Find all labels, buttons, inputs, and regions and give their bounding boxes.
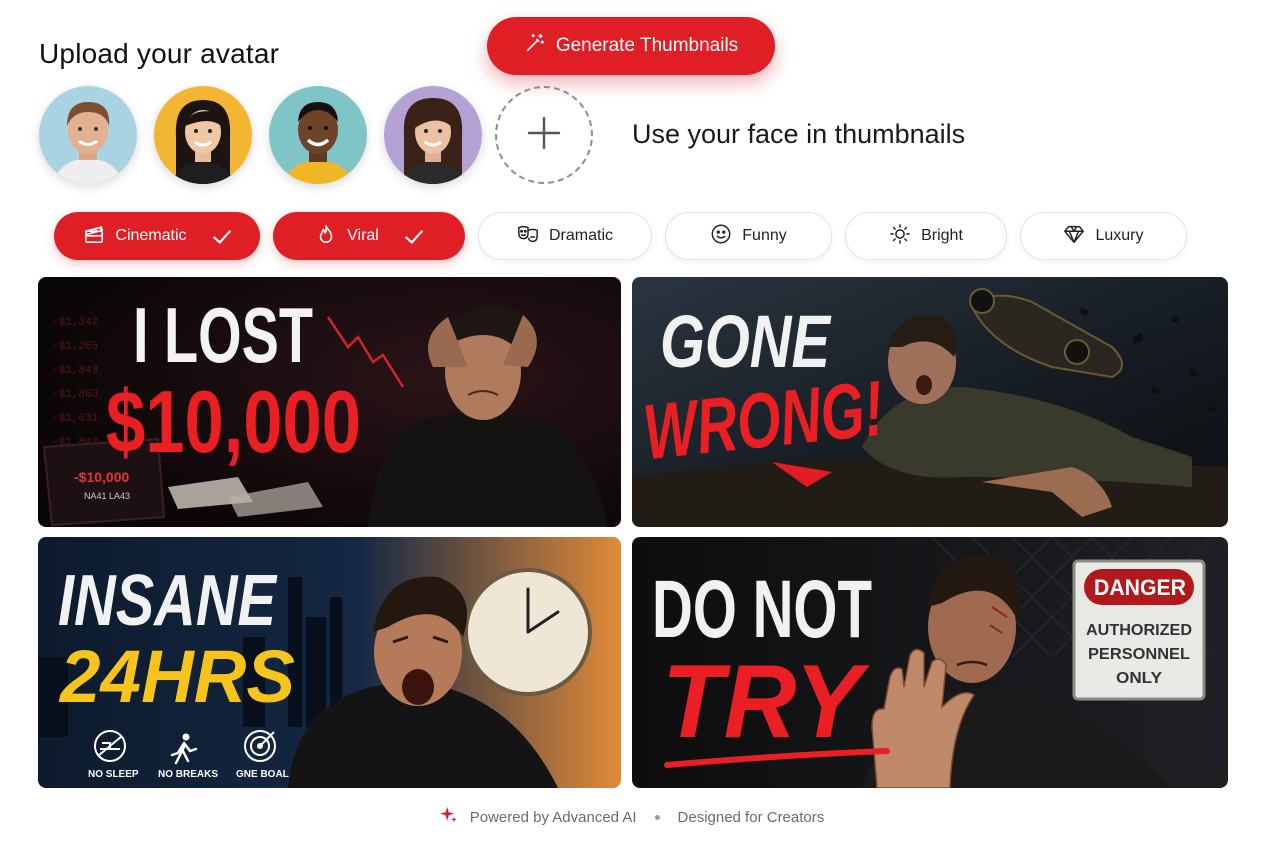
avatar-tagline: Use your face in thumbnails	[632, 119, 966, 149]
thumbnail-do-not-try[interactable]: DANGER AUTHORIZED PERSONNEL ONLY DO NOT …	[632, 537, 1228, 788]
style-chip-label: Luxury	[1095, 227, 1144, 244]
ticker-text: -$1,342	[52, 317, 98, 329]
sun-icon	[889, 223, 911, 250]
thumbnail-grid: -$1,342 -$1,265 -$1,843 -$1,863 -$1,631 …	[38, 277, 1228, 789]
sparkle-icon	[439, 806, 458, 828]
style-chip-label: Funny	[742, 227, 787, 244]
style-chip-cinematic[interactable]: Cinematic	[54, 212, 260, 260]
style-chip-label: Dramatic	[548, 227, 613, 244]
avatar-3[interactable]	[269, 86, 367, 184]
badge-label: NO BREAKS	[158, 769, 218, 780]
style-selector: Cinematic Viral Dramatic Funny Bright Lu…	[0, 212, 1264, 262]
style-chip-label: Cinematic	[115, 227, 187, 244]
style-chip-funny[interactable]: Funny	[665, 212, 832, 260]
theater-masks-icon	[517, 223, 539, 250]
badge-label: GNE BOAL	[236, 769, 289, 780]
badge-label: NO SLEEP	[88, 769, 139, 780]
style-chip-luxury[interactable]: Luxury	[1020, 212, 1187, 260]
headline-line1: DO NOT	[652, 564, 872, 655]
footer-powered-text: Powered by Advanced AI	[469, 808, 637, 826]
plus-icon	[526, 115, 562, 156]
avatar-list	[39, 86, 482, 184]
ticker-text: -$1,863	[52, 389, 98, 401]
generate-thumbnails-label: Generate Thumbnails	[555, 35, 739, 56]
sign-line: AUTHORIZED	[1086, 622, 1192, 639]
laptop-screen-text: -$10,000	[74, 469, 129, 485]
avatar-4[interactable]	[384, 86, 482, 184]
add-avatar-button[interactable]	[495, 86, 593, 184]
style-chip-label: Viral	[347, 227, 379, 244]
ticker-text: -$1,631	[52, 413, 99, 425]
page-title: Upload your avatar	[39, 38, 280, 69]
thumbnail-lost-money[interactable]: -$1,342 -$1,265 -$1,843 -$1,863 -$1,631 …	[38, 277, 621, 527]
footer-designed-text: Designed for Creators	[677, 808, 825, 826]
avatar-2[interactable]	[154, 86, 252, 184]
separator-dot	[654, 814, 660, 820]
sign-line: PERSONNEL	[1088, 646, 1190, 663]
sign-line: ONLY	[1116, 670, 1162, 687]
laptop-screen-subtext: NA41 LA43	[84, 491, 130, 501]
style-chip-viral[interactable]: Viral	[273, 212, 465, 260]
generate-thumbnails-button[interactable]: Generate Thumbnails	[487, 17, 775, 75]
magic-wand-icon	[524, 32, 546, 60]
thumbnail-gone-wrong[interactable]: GONE WRONG!	[632, 277, 1228, 527]
flame-icon	[315, 223, 337, 250]
style-chip-dramatic[interactable]: Dramatic	[478, 212, 652, 260]
headline-line2: TRY	[662, 644, 870, 760]
avatar-1[interactable]	[39, 86, 137, 184]
sign-title: DANGER	[1094, 575, 1186, 600]
ticker-text: -$1,843	[52, 365, 98, 377]
clapperboard-icon	[83, 223, 105, 250]
style-chip-label: Bright	[921, 227, 963, 244]
headline-line2: 24HRS	[58, 635, 295, 718]
headline-line1: INSANE	[58, 561, 278, 641]
diamond-icon	[1063, 223, 1085, 250]
smiley-icon	[710, 223, 732, 250]
checkmark-icon	[403, 226, 423, 246]
ticker-text: -$1,265	[52, 341, 98, 353]
checkmark-icon	[211, 226, 231, 246]
style-chip-bright[interactable]: Bright	[845, 212, 1007, 260]
footer: Powered by Advanced AI Designed for Crea…	[0, 806, 1264, 828]
headline-line1: I LOST	[133, 291, 313, 379]
thumbnail-insane-24hrs[interactable]: INSANE 24HRS NO SLEEP NO BREAKS GNE BOAL	[38, 537, 621, 788]
headline-line2: $10,000	[106, 372, 361, 471]
